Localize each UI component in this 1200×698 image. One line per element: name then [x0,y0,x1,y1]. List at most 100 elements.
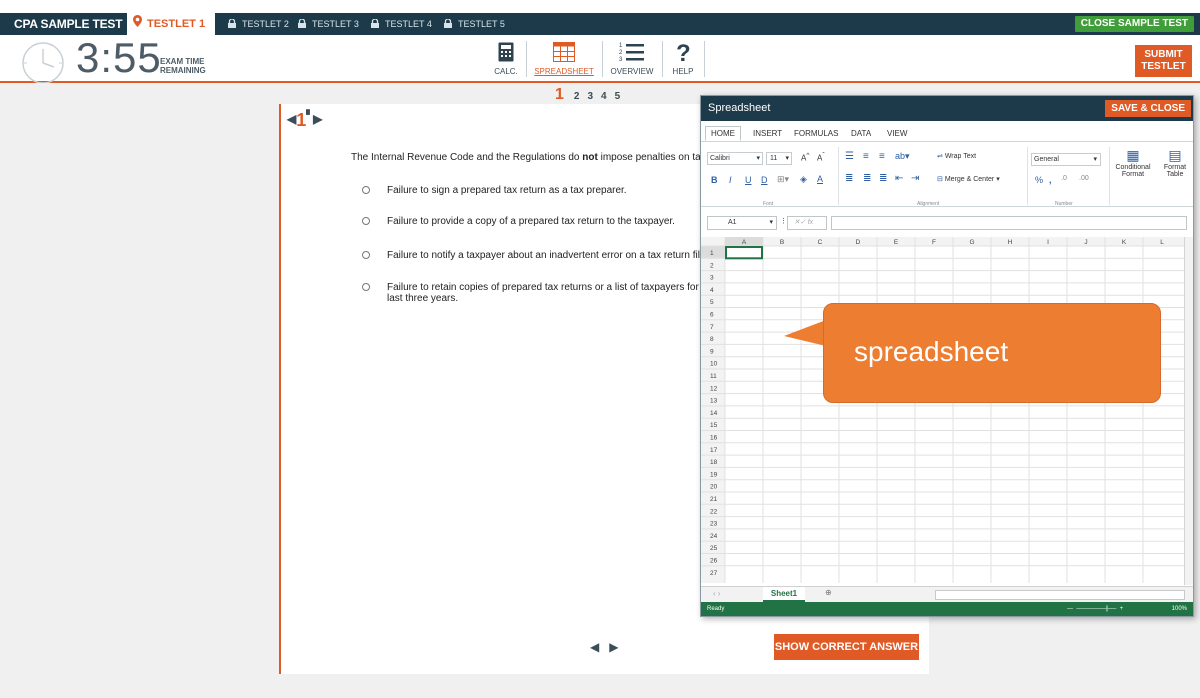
row-header[interactable]: 14 [710,410,718,417]
row-header[interactable]: 26 [710,558,718,565]
row-header[interactable]: 9 [710,348,714,355]
spreadsheet-button[interactable]: SPREADSHEET [531,37,597,81]
row-header[interactable]: 17 [710,447,718,454]
column-header[interactable]: F [932,239,936,246]
tab-testlet-1[interactable]: TESTLET 1 [127,13,215,35]
tab-testlet-5[interactable]: TESTLET 5 [444,13,505,35]
page-link[interactable]: 2 [574,91,580,102]
tab-insert[interactable]: INSERT [753,129,782,138]
underline-icon[interactable]: U [745,175,752,185]
column-header[interactable]: G [969,239,974,246]
increase-indent-icon[interactable]: ⇥ [911,173,919,184]
horizontal-scrollbar[interactable] [935,590,1185,600]
column-header[interactable]: K [1122,239,1127,246]
double-underline-icon[interactable]: D [761,175,768,185]
overview-button[interactable]: 123 OVERVIEW [607,37,657,81]
merge-center-button[interactable]: ⊟ Merge & Center ▾ [937,175,1000,183]
page-link[interactable]: 3 [587,91,593,102]
row-header[interactable]: 8 [710,336,714,343]
tab-formulas[interactable]: FORMULAS [794,129,838,138]
add-sheet-icon[interactable]: ⊕ [825,588,832,597]
row-header[interactable]: 11 [710,373,717,380]
row-header[interactable]: 13 [710,398,718,405]
orientation-icon[interactable]: ab▾ [895,151,910,162]
fill-color-icon[interactable]: ◈ [800,174,807,185]
column-header[interactable]: J [1084,239,1087,246]
font-color-icon[interactable]: A [817,174,823,184]
column-header[interactable]: L [1160,239,1164,246]
grow-font-icon[interactable]: A^ [801,152,809,163]
row-header[interactable]: 10 [710,361,718,368]
page-link[interactable]: 5 [615,91,621,102]
comma-icon[interactable]: , [1049,175,1052,185]
row-header[interactable]: 16 [710,435,718,442]
increase-decimal-icon[interactable]: .0 [1061,175,1067,182]
row-header[interactable]: 24 [710,533,718,540]
sheet-tab-sheet1[interactable]: Sheet1 [763,587,805,602]
radio-button[interactable] [362,251,370,259]
shrink-font-icon[interactable]: Aˇ [817,152,825,163]
row-header[interactable]: 22 [710,508,718,515]
row-header[interactable]: 20 [710,484,718,491]
align-bottom-icon[interactable]: ≡ [879,151,885,162]
decrease-decimal-icon[interactable]: .00 [1079,175,1089,182]
tab-testlet-3[interactable]: TESTLET 3 [298,13,359,35]
row-header[interactable]: 2 [710,262,714,269]
previous-arrow-icon[interactable]: ◀ [590,640,599,654]
conditional-format-button[interactable]: ▦ Conditional Format [1115,147,1151,178]
radio-button[interactable] [362,186,370,194]
calculator-button[interactable]: CALC. [490,37,522,81]
tab-home[interactable]: HOME [705,126,741,141]
align-left-icon[interactable]: ≣ [845,173,853,184]
row-header[interactable]: 23 [710,521,718,528]
vertical-scrollbar[interactable] [1184,237,1193,585]
close-sample-test-button[interactable]: CLOSE SAMPLE TEST [1074,16,1194,32]
column-header[interactable]: E [894,239,899,246]
align-top-icon[interactable]: ☰ [845,151,854,162]
row-header[interactable]: 7 [710,324,714,331]
row-header[interactable]: 27 [710,570,718,577]
tab-data[interactable]: DATA [851,129,871,138]
next-arrow-icon[interactable]: ▶ [313,112,322,126]
row-header[interactable]: 19 [710,471,718,478]
show-correct-answer-button[interactable]: SHOW CORRECT ANSWER [774,634,919,660]
format-table-button[interactable]: ▤ Format Table [1159,147,1191,178]
row-header[interactable]: 4 [710,287,714,294]
percent-icon[interactable]: % [1035,175,1043,185]
row-header[interactable]: 21 [710,496,718,503]
row-header[interactable]: 6 [710,312,714,319]
tab-testlet-4[interactable]: TESTLET 4 [371,13,432,35]
next-arrow-icon[interactable]: ▶ [609,640,618,654]
submit-testlet-button[interactable]: SUBMIT TESTLET [1135,45,1192,77]
zoom-slider[interactable]: — ───────|── + [1067,602,1123,616]
bold-icon[interactable]: B [711,175,718,185]
page-current[interactable]: 1 [555,86,564,103]
font-name-select[interactable]: Calibri ▾ [707,152,763,165]
row-header[interactable]: 25 [710,545,718,552]
column-header[interactable]: C [818,239,823,246]
align-center-icon[interactable]: ≣ [863,173,871,184]
row-header[interactable]: 3 [710,275,714,282]
row-header[interactable]: 18 [710,459,718,466]
number-format-select[interactable]: General ▾ [1031,153,1101,166]
column-header[interactable]: A [742,239,747,246]
row-header[interactable]: 12 [710,385,718,392]
radio-button[interactable] [362,283,370,291]
row-header[interactable]: 1 [710,250,714,257]
tab-view[interactable]: VIEW [887,129,907,138]
name-box[interactable]: A1 ▾ [707,216,777,230]
align-middle-icon[interactable]: ≡ [863,151,869,162]
font-size-select[interactable]: 11 ▾ [766,152,792,165]
formula-input[interactable] [831,216,1187,230]
border-icon[interactable]: ⊞▾ [777,174,789,185]
column-header[interactable]: H [1008,239,1013,246]
tab-testlet-2[interactable]: TESTLET 2 [228,13,289,35]
radio-button[interactable] [362,217,370,225]
column-header[interactable]: I [1047,239,1049,246]
italic-icon[interactable]: I [729,175,732,185]
page-link[interactable]: 4 [601,91,607,102]
decrease-indent-icon[interactable]: ⇤ [895,173,903,184]
help-button[interactable]: ? HELP [667,37,699,81]
cell-grid[interactable]: A B C D E F G H I J K L 1 2 3 4 5 6 7 8 9 10 11 12 13 14 15 16 17 18 1… [701,237,1193,583]
save-close-button[interactable]: SAVE & CLOSE [1105,100,1191,117]
